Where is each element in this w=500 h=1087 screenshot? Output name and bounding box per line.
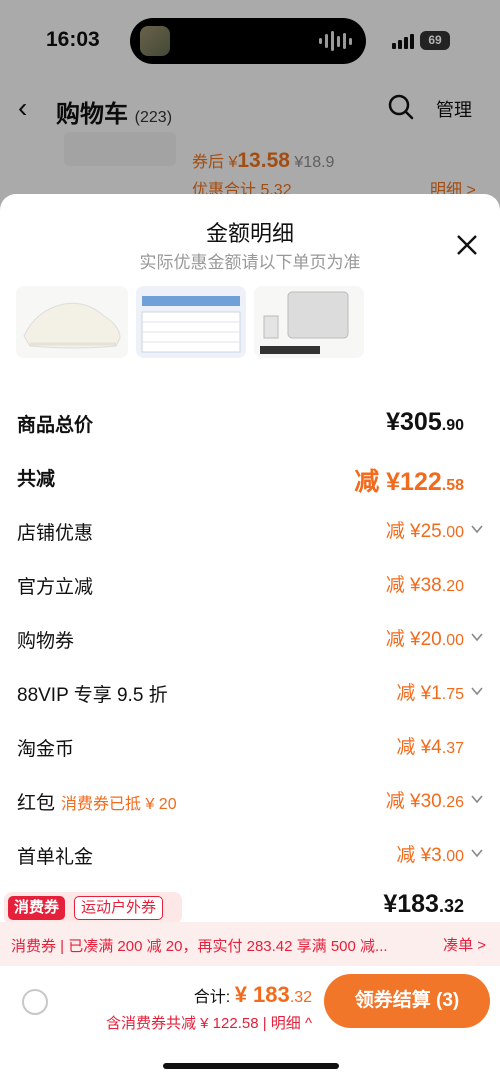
add-items-link[interactable]: 凑单 >	[443, 934, 486, 955]
row-label: 商品总价	[17, 415, 94, 436]
row-shopping-coupon[interactable]: 购物券 减 ¥20.00	[0, 618, 500, 658]
row-label: 淘金币	[17, 739, 75, 760]
row-taojinbi: 淘金币 减 ¥4.37	[0, 726, 500, 766]
sheet-title: 金额明细	[205, 221, 294, 246]
sheet-subtitle: 实际优惠金额请以下单页为准	[139, 253, 361, 272]
row-label: 首单礼金	[17, 847, 94, 868]
row-value: 减 ¥4.37	[396, 737, 464, 758]
chevron-down-icon[interactable]	[470, 522, 484, 536]
row-value: ¥305.90	[386, 408, 464, 436]
row-label: 88VIP 专享 9.5 折	[17, 685, 168, 706]
coupon-tags: 消费券 运动户外券	[4, 892, 182, 924]
chevron-down-icon[interactable]	[470, 792, 484, 806]
row-subtotal: 商品总价 ¥305.90	[0, 402, 500, 442]
close-icon[interactable]	[456, 234, 478, 256]
row-label: 官方立减	[17, 577, 94, 598]
row-88vip[interactable]: 88VIP 专享 9.5 折 减 ¥1.75	[0, 672, 500, 712]
chevron-down-icon[interactable]	[470, 630, 484, 644]
amount-detail-sheet: 金额明细 实际优惠金额请以下单页为准 商品总价 ¥305.90 共减 减 ¥12…	[0, 194, 500, 1087]
chevron-down-icon[interactable]	[470, 684, 484, 698]
coupon-tag-consumer: 消费券	[8, 896, 66, 920]
row-first-order-gift[interactable]: 首单礼金 减 ¥3.00	[0, 834, 500, 874]
row-label: 红包 消费券已抵 ¥ 20	[17, 793, 177, 814]
chevron-down-icon[interactable]	[470, 846, 484, 860]
row-red-packet[interactable]: 红包 消费券已抵 ¥ 20 减 ¥30.26	[0, 780, 500, 820]
final-price: ¥183.32	[383, 890, 464, 918]
product-image-shoe	[16, 286, 128, 358]
select-all-radio[interactable]	[22, 989, 48, 1015]
row-store-discount[interactable]: 店铺优惠 减 ¥25.00	[0, 510, 500, 550]
coupon-progress-banner[interactable]: 消费券 | 已凑满 200 减 20，再实付 283.42 享满 500 减..…	[0, 922, 500, 966]
product-image-bag	[254, 286, 364, 358]
row-label: 购物券	[17, 631, 75, 652]
checkout-bar: 合计: ¥ 183.32 含消费券共减 ¥ 122.58 | 明细 ^ 领券结算…	[0, 966, 500, 1087]
discount-summary[interactable]: 含消费券共减 ¥ 122.58 | 明细 ^	[106, 1012, 312, 1033]
row-official-discount: 官方立减 减 ¥38.20	[0, 564, 500, 604]
checkout-button[interactable]: 领券结算 (3)	[324, 974, 490, 1028]
banner-text: 消费券 | 已凑满 200 减 20，再实付 283.42 享满 500 减..…	[11, 938, 388, 955]
row-value: 减 ¥25.00	[385, 521, 464, 542]
red-packet-tag: 消费券已抵 ¥ 20	[61, 796, 177, 813]
total-price: 合计: ¥ 183.32	[193, 982, 312, 1007]
coupon-tag-outdoor: 运动户外券	[74, 896, 164, 920]
row-total-discount: 共减 减 ¥122.58	[0, 456, 500, 496]
home-indicator	[163, 1063, 339, 1069]
row-label: 店铺优惠	[17, 523, 94, 544]
row-value: 减 ¥30.26	[385, 791, 464, 812]
row-value: 减 ¥38.20	[385, 575, 464, 596]
row-value: 减 ¥122.58	[354, 468, 464, 496]
row-value: 减 ¥1.75	[396, 683, 464, 704]
row-label: 共减	[17, 469, 56, 490]
row-value: 减 ¥3.00	[396, 845, 464, 866]
product-image-chart	[136, 286, 246, 358]
row-value: 减 ¥20.00	[385, 629, 464, 650]
